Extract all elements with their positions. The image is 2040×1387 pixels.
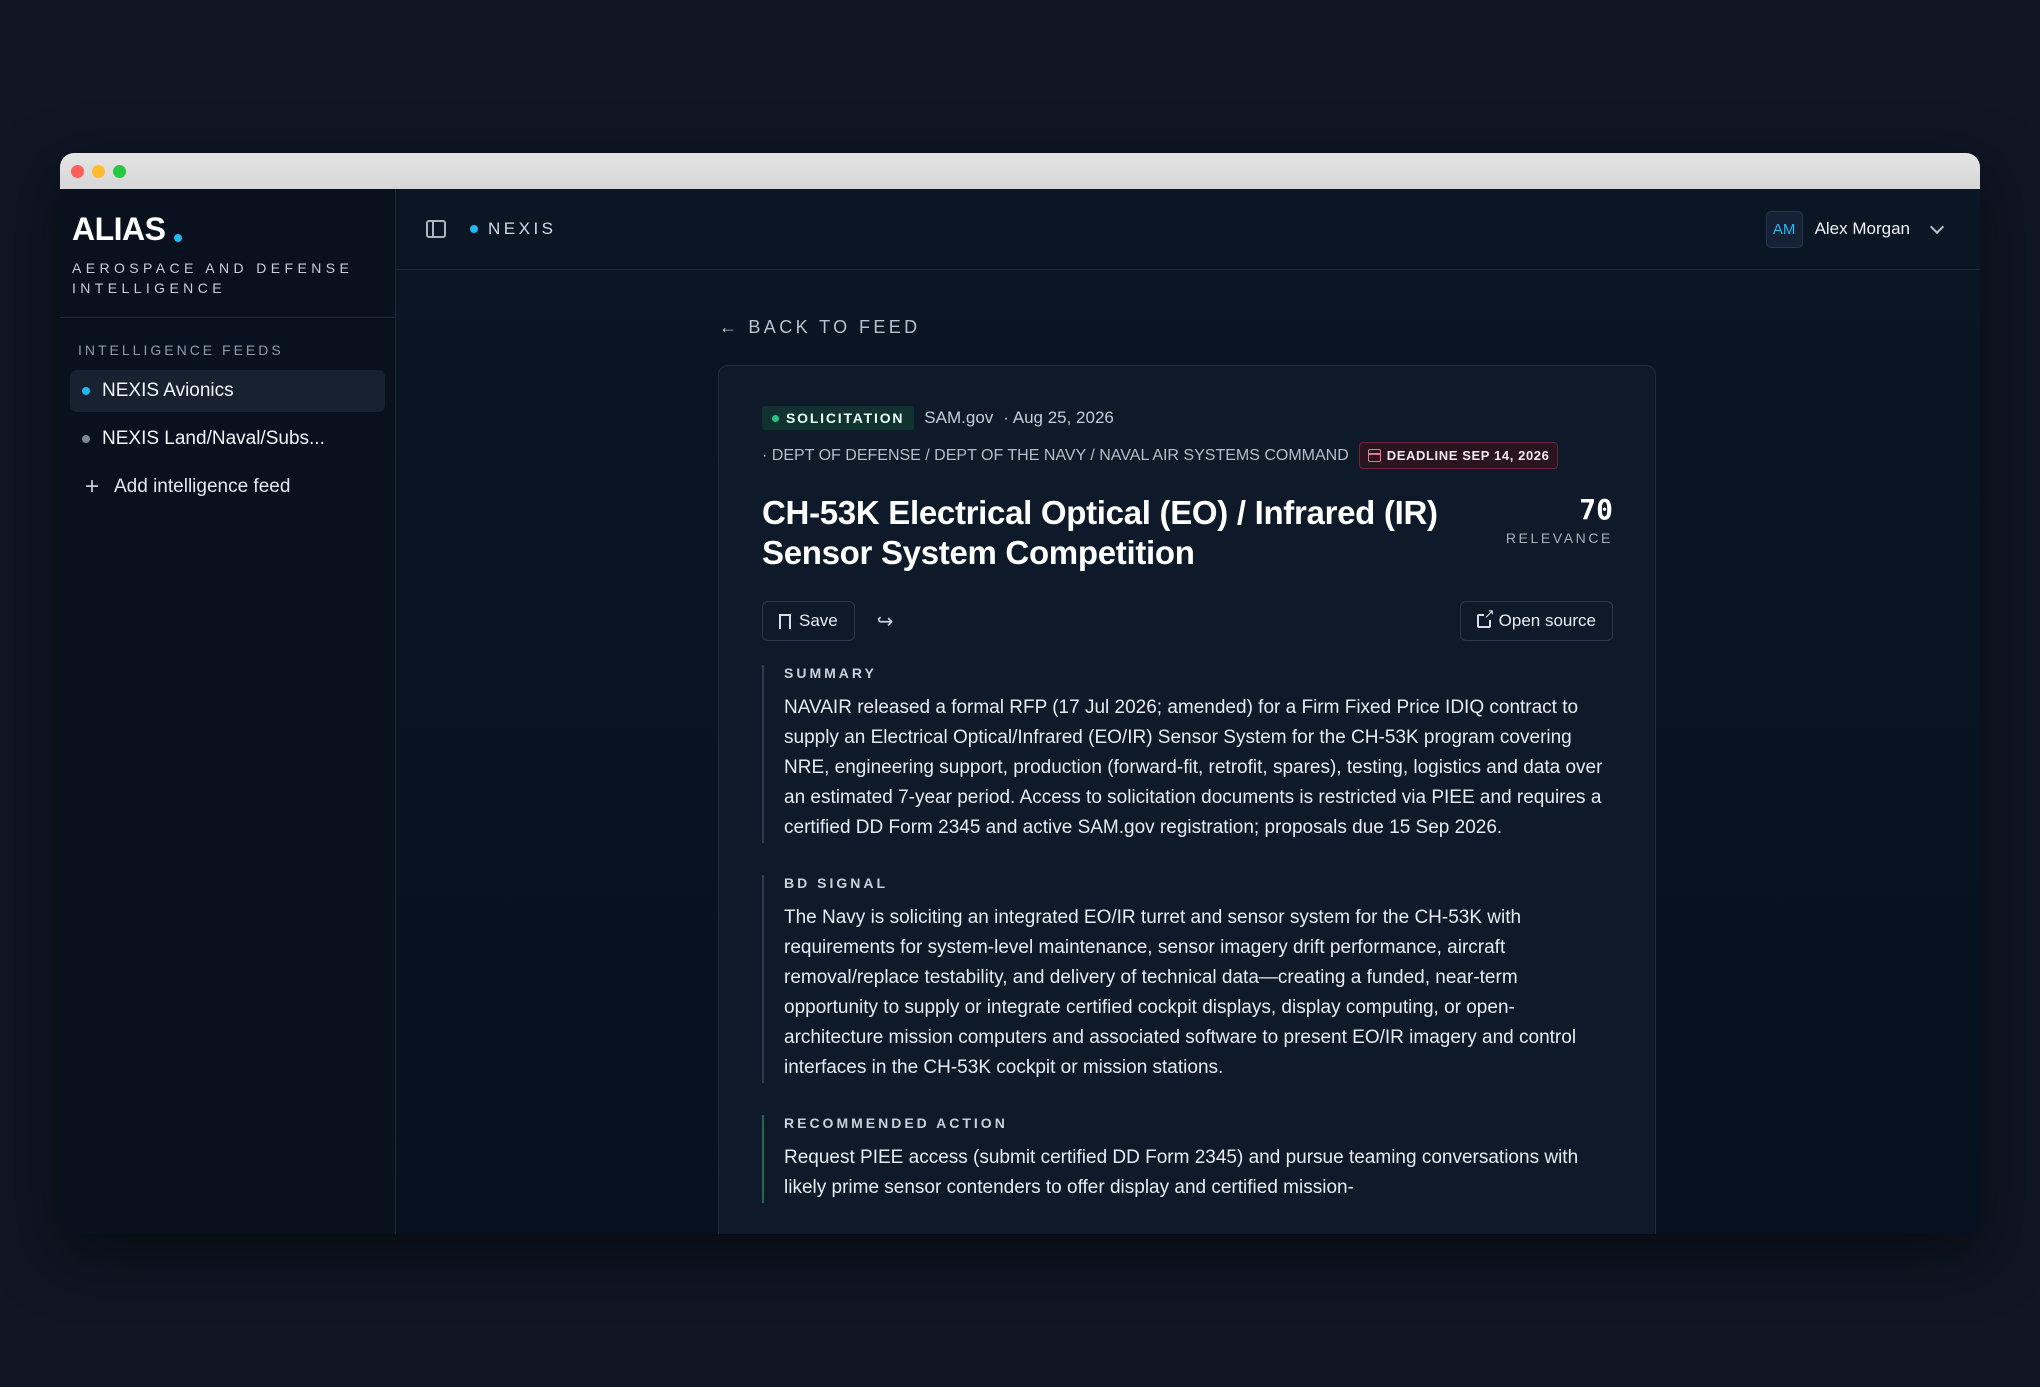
relevance-value: 70: [1579, 493, 1613, 526]
brand-block: ALIAS AEROSPACE AND DEFENSE INTELLIGENCE: [60, 189, 395, 318]
section-label: RECOMMENDED ACTION: [784, 1115, 1008, 1131]
section-text: NAVAIR released a formal RFP (17 Jul 202…: [784, 697, 1603, 838]
section-text: The Navy is soliciting an integrated EO/…: [784, 907, 1577, 1078]
sidebar-item-nexis-avionics[interactable]: NEXIS Avionics: [70, 370, 385, 412]
sidebar-item-label: NEXIS Land/Naval/Subs...: [102, 428, 325, 449]
save-button[interactable]: Save: [762, 601, 855, 641]
article-meta: SOLICITATION SAM.gov · Aug 25, 2026: [762, 406, 1613, 430]
avatar[interactable]: AM: [1765, 210, 1803, 248]
sidebar: ALIAS AEROSPACE AND DEFENSE INTELLIGENCE…: [60, 189, 396, 1234]
user-menu[interactable]: AM Alex Morgan: [1765, 210, 1950, 248]
add-feed-label: Add intelligence feed: [114, 476, 291, 497]
section-text: Request PIEE access (submit certified DD…: [784, 1147, 1579, 1198]
publish-date: · Aug 25, 2026: [1003, 408, 1114, 427]
chevron-down-icon[interactable]: [1929, 219, 1945, 234]
brand-logo[interactable]: ALIAS: [72, 211, 383, 248]
article-title: CH-53K Electrical Optical (EO) / Infrare…: [762, 494, 1438, 571]
back-to-feed-link[interactable]: ← BACK TO FEED: [719, 317, 921, 338]
calendar-icon: [1367, 449, 1381, 462]
plus-icon: +: [84, 473, 99, 500]
sidebar-item-label: NEXIS Avionics: [102, 380, 234, 401]
type-badge: SOLICITATION: [762, 406, 915, 430]
feeds-section-label: INTELLIGENCE FEEDS: [78, 342, 284, 358]
open-source-label: Open source: [1498, 611, 1596, 630]
type-badge-label: SOLICITATION: [786, 410, 905, 426]
agency-row: · DEPT OF DEFENSE / DEPT OF THE NAVY / N…: [762, 442, 1613, 469]
back-link-label: BACK TO FEED: [748, 317, 921, 337]
app-body: ALIAS AEROSPACE AND DEFENSE INTELLIGENCE…: [60, 189, 1980, 1234]
share-icon[interactable]: ↪: [877, 609, 894, 634]
main-content: NEXIS AM Alex Morgan ← BACK TO FEED SOLI…: [396, 189, 1980, 1234]
active-feed-dot-icon: [82, 387, 90, 395]
close-window-button[interactable]: [71, 164, 84, 178]
save-button-label: Save: [799, 611, 838, 630]
brand-dot-icon: [173, 234, 182, 242]
article-actions: Save ↪ Open source: [762, 601, 1613, 641]
window-titlebar: [60, 153, 1980, 189]
feed-list: NEXIS Avionics NEXIS Land/Naval/Subs... …: [60, 370, 395, 508]
section-label: BD SIGNAL: [784, 875, 888, 891]
maximize-window-button[interactable]: [113, 164, 126, 178]
breadcrumb[interactable]: NEXIS: [488, 219, 557, 239]
agency-path: · DEPT OF DEFENSE / DEPT OF THE NAVY / N…: [762, 446, 1349, 464]
title-row: CH-53K Electrical Optical (EO) / Infrare…: [762, 493, 1613, 573]
user-name[interactable]: Alex Morgan: [1815, 219, 1910, 239]
bookmark-icon: [779, 613, 791, 629]
deadline-label: DEADLINE SEP 14, 2026: [1386, 448, 1550, 463]
arrow-left-icon: ←: [719, 317, 741, 337]
breadcrumb-dot-icon: [470, 225, 478, 233]
source-name: SAM.gov: [924, 408, 994, 427]
recommended-action-section: RECOMMENDED ACTION Request PIEE access (…: [762, 1115, 1613, 1203]
brand-tagline: AEROSPACE AND DEFENSE INTELLIGENCE: [72, 260, 354, 296]
brand-name: ALIAS: [72, 211, 166, 247]
open-source-button[interactable]: Open source: [1459, 601, 1613, 641]
external-link-icon: [1476, 607, 1495, 628]
top-bar: NEXIS AM Alex Morgan: [396, 189, 1980, 270]
badge-dot-icon: [772, 414, 779, 422]
sidebar-item-nexis-land-naval[interactable]: NEXIS Land/Naval/Subs...: [70, 418, 385, 460]
feed-dot-icon: [82, 435, 90, 443]
article-card: SOLICITATION SAM.gov · Aug 25, 2026 · DE…: [718, 365, 1656, 1234]
relevance-label: RELEVANCE: [1505, 530, 1613, 546]
section-label: SUMMARY: [784, 665, 877, 681]
sidebar-toggle-icon[interactable]: [426, 220, 446, 238]
relevance-score: 70 RELEVANCE: [1506, 493, 1613, 573]
deadline-badge: DEADLINE SEP 14, 2026: [1358, 442, 1559, 469]
summary-section: SUMMARY NAVAIR released a formal RFP (17…: [762, 665, 1613, 843]
add-feed-button[interactable]: + Add intelligence feed: [70, 466, 385, 508]
minimize-window-button[interactable]: [92, 164, 105, 178]
app-window: ALIAS AEROSPACE AND DEFENSE INTELLIGENCE…: [60, 153, 1980, 1234]
bd-signal-section: BD SIGNAL The Navy is soliciting an inte…: [762, 875, 1613, 1083]
